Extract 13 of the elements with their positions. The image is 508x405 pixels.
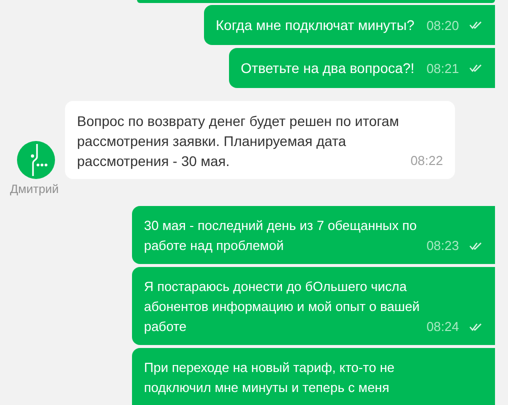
message-text: Когда мне подключат минуты? [216,16,414,35]
message-text: Я постараюсь донести до бОльшего числа абонентов информацию и мой опыт о вашей работе [144,278,421,336]
message-text: Вопрос по возврату денег будет решен по итогам рассмотрения заявки. Планируемая дата рассмотрения - 30 мая. [77,112,400,171]
sender-name: Дмитрий [10,182,59,196]
message-text: 30 мая - последний день из 7 обещанных по работе над проблемой [144,217,418,255]
message-time: 08:24 [426,318,459,335]
message-time: 08:21 [426,60,459,76]
message-text: Ответьте на два вопроса?! [240,59,414,78]
message-text: При переходе на новый тариф, кто-то не подключил мне минуты и теперь с меня [144,359,396,397]
message-time: 08:22 [410,152,443,169]
message-time: 08:23 [426,237,459,254]
avatar-icon [17,141,55,179]
message-time: 08:20 [426,16,459,34]
